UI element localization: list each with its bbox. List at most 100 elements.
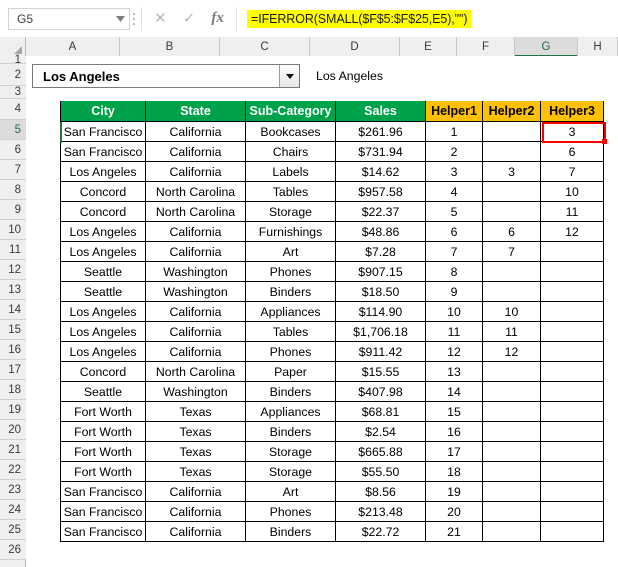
cell-state-row8[interactable]: North Carolina [146, 182, 246, 202]
cell-helper1-row13[interactable]: 9 [426, 282, 483, 302]
cell-state-row12[interactable]: Washington [146, 262, 246, 282]
table-row[interactable]: San Francisco California Art $8.56 19 [60, 482, 618, 502]
cell-city-row10[interactable]: Los Angeles [60, 222, 146, 242]
table-row[interactable]: San Francisco California Binders $22.72 21 [60, 522, 618, 542]
cell-sales-row19[interactable]: $68.81 [336, 402, 426, 422]
row-header-16[interactable]: 16 [0, 340, 26, 360]
table-row[interactable]: Seattle Washington Binders $18.50 9 [60, 282, 618, 302]
cell-helper1-row12[interactable]: 8 [426, 262, 483, 282]
row-header-7[interactable]: 7 [0, 160, 26, 180]
cell-state-row14[interactable]: California [146, 302, 246, 322]
cell-sales-row6[interactable]: $731.94 [336, 142, 426, 162]
cell-sales-row20[interactable]: $2.54 [336, 422, 426, 442]
cell-helper1-row11[interactable]: 7 [426, 242, 483, 262]
cell-helper3-row6[interactable]: 6 [541, 142, 604, 162]
cell-city-row7[interactable]: Los Angeles [60, 162, 146, 182]
table-row[interactable]: Los Angeles California Tables $1,706.18 11 11 [60, 322, 618, 342]
cell-helper2-row23[interactable] [483, 482, 541, 502]
cell-sales-row12[interactable]: $907.15 [336, 262, 426, 282]
cell-state-row5[interactable]: California [146, 122, 246, 142]
cell-subcategory-row14[interactable]: Appliances [246, 302, 336, 322]
cell-helper3-row9[interactable]: 11 [541, 202, 604, 222]
cell-subcategory-row24[interactable]: Phones [246, 502, 336, 522]
cell-helper1-row21[interactable]: 17 [426, 442, 483, 462]
cell-subcategory-row17[interactable]: Paper [246, 362, 336, 382]
cell-subcategory-row5[interactable]: Bookcases [246, 122, 336, 142]
cell-city-row11[interactable]: Los Angeles [60, 242, 146, 262]
cell-city-row9[interactable]: Concord [60, 202, 146, 222]
cell-helper2-row18[interactable] [483, 382, 541, 402]
cell-helper1-row18[interactable]: 14 [426, 382, 483, 402]
cell-city-row13[interactable]: Seattle [60, 282, 146, 302]
table-row[interactable]: Los Angeles California Appliances $114.90 10… [60, 302, 618, 322]
cell-subcategory-row10[interactable]: Furnishings [246, 222, 336, 242]
row-header-4[interactable]: 4 [0, 99, 26, 120]
row-header-26[interactable]: 26 [0, 540, 26, 560]
table-row[interactable]: San Francisco California Bookcases $261.96 1… [60, 122, 618, 142]
cell-helper1-row20[interactable]: 16 [426, 422, 483, 442]
cell-sales-row17[interactable]: $15.55 [336, 362, 426, 382]
cell-state-row11[interactable]: California [146, 242, 246, 262]
cell-helper2-row11[interactable]: 7 [483, 242, 541, 262]
city-dropdown[interactable]: Los Angeles [32, 64, 300, 88]
cell-sales-row8[interactable]: $957.58 [336, 182, 426, 202]
row-header-20[interactable]: 20 [0, 420, 26, 440]
cell-city-row6[interactable]: San Francisco [60, 142, 146, 162]
select-all-corner[interactable] [0, 37, 26, 56]
cell-helper3-row19[interactable] [541, 402, 604, 422]
cell-helper3-row7[interactable]: 7 [541, 162, 604, 182]
row-header-9[interactable]: 9 [0, 200, 26, 220]
row-header-1[interactable]: 1 [0, 54, 26, 66]
cell-state-row19[interactable]: Texas [146, 402, 246, 422]
cell-subcategory-row12[interactable]: Phones [246, 262, 336, 282]
cell-helper1-row23[interactable]: 19 [426, 482, 483, 502]
cell-city-row20[interactable]: Fort Worth [60, 422, 146, 442]
cell-city-row22[interactable]: Fort Worth [60, 462, 146, 482]
cell-helper2-row22[interactable] [483, 462, 541, 482]
row-header-22[interactable]: 22 [0, 460, 26, 480]
cell-sales-row7[interactable]: $14.62 [336, 162, 426, 182]
table-header-helper2[interactable]: Helper2 [483, 101, 541, 122]
row-header-23[interactable]: 23 [0, 480, 26, 500]
cell-state-row16[interactable]: California [146, 342, 246, 362]
table-row[interactable]: Los Angeles California Phones $911.42 12 12 [60, 342, 618, 362]
table-row[interactable]: San Francisco California Phones $213.48 20 [60, 502, 618, 522]
row-header-11[interactable]: 11 [0, 240, 26, 260]
column-header-b[interactable]: B [120, 37, 220, 56]
cell-helper3-row21[interactable] [541, 442, 604, 462]
cell-subcategory-row18[interactable]: Binders [246, 382, 336, 402]
cell-helper3-row25[interactable] [541, 522, 604, 542]
cell-state-row21[interactable]: Texas [146, 442, 246, 462]
cell-helper2-row24[interactable] [483, 502, 541, 522]
row-header-17[interactable]: 17 [0, 360, 26, 380]
cell-sales-row22[interactable]: $55.50 [336, 462, 426, 482]
cell-helper1-row15[interactable]: 11 [426, 322, 483, 342]
column-header-c[interactable]: C [220, 37, 310, 56]
cell-helper2-row14[interactable]: 10 [483, 302, 541, 322]
row-header-25[interactable]: 25 [0, 520, 26, 540]
row-header-19[interactable]: 19 [0, 400, 26, 420]
cell-helper3-row5[interactable]: 3 [541, 122, 604, 142]
row-header-13[interactable]: 13 [0, 280, 26, 300]
table-row[interactable]: Los Angeles California Labels $14.62 3 3 7 [60, 162, 618, 182]
cell-sales-row11[interactable]: $7.28 [336, 242, 426, 262]
cell-subcategory-row19[interactable]: Appliances [246, 402, 336, 422]
cell-subcategory-row8[interactable]: Tables [246, 182, 336, 202]
row-header-21[interactable]: 21 [0, 440, 26, 460]
close-icon[interactable]: ✕ [154, 11, 167, 26]
cell-state-row6[interactable]: California [146, 142, 246, 162]
table-header-sub-category[interactable]: Sub-Category [246, 101, 336, 122]
cell-subcategory-row16[interactable]: Phones [246, 342, 336, 362]
table-row[interactable]: Fort Worth Texas Appliances $68.81 15 [60, 402, 618, 422]
cell-sales-row9[interactable]: $22.37 [336, 202, 426, 222]
cell-helper3-row24[interactable] [541, 502, 604, 522]
cell-helper1-row17[interactable]: 13 [426, 362, 483, 382]
row-header-5[interactable]: 5 [0, 120, 26, 140]
column-header-f[interactable]: F [457, 37, 515, 56]
cell-city-row15[interactable]: Los Angeles [60, 322, 146, 342]
cell-subcategory-row6[interactable]: Chairs [246, 142, 336, 162]
cell-sales-row15[interactable]: $1,706.18 [336, 322, 426, 342]
cell-helper1-row24[interactable]: 20 [426, 502, 483, 522]
cell-helper3-row12[interactable] [541, 262, 604, 282]
cell-helper2-row5[interactable] [483, 122, 541, 142]
